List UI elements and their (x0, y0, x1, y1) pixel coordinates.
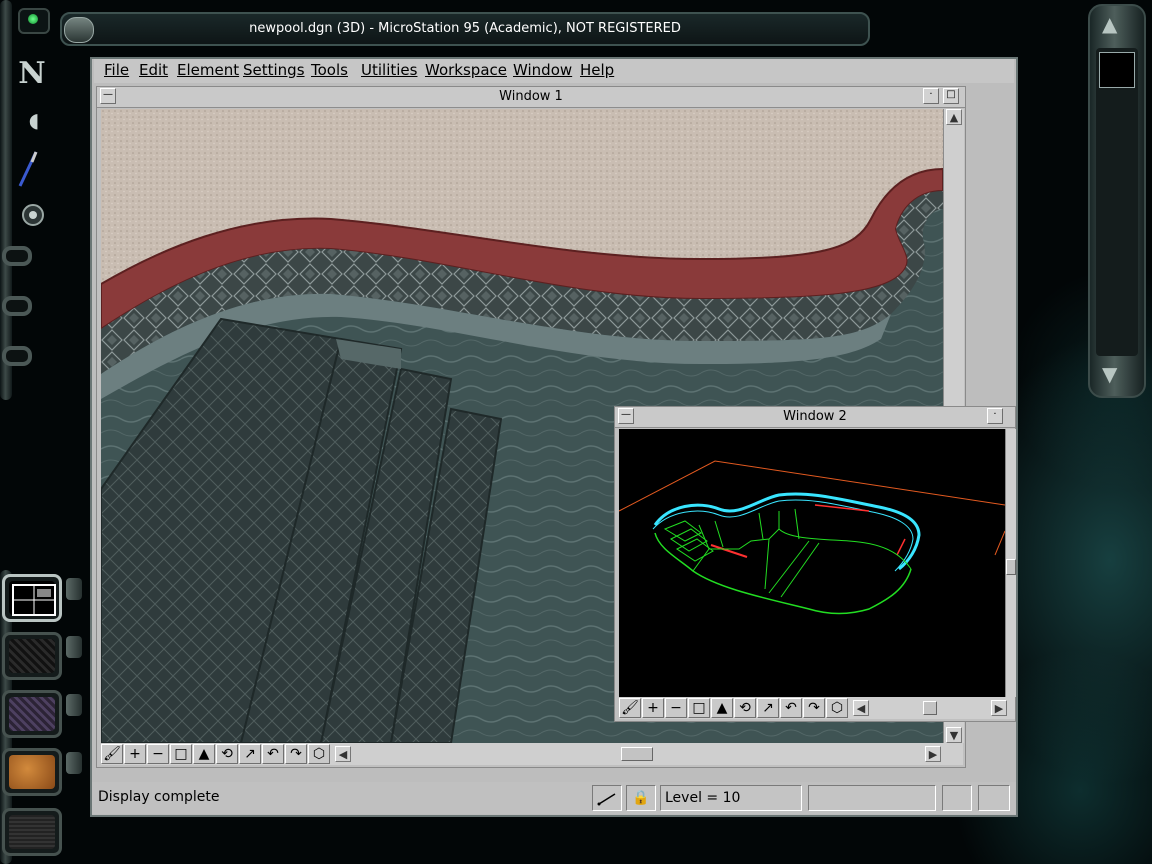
smart-lock-field[interactable] (592, 785, 622, 811)
window-2-title: Window 2 (783, 409, 847, 424)
view-3d-cube-icon[interactable]: ⬡ (826, 698, 848, 718)
menu-tools[interactable]: Tools (311, 61, 348, 79)
scroll-down-icon[interactable]: ▼ (946, 727, 962, 743)
horizontal-scroll-thumb[interactable] (621, 747, 653, 761)
scroll-up-arrow-icon[interactable]: ▲ (1102, 12, 1117, 36)
wireframe-pool-view[interactable] (619, 429, 1005, 697)
tile-knob (66, 636, 82, 658)
lock-icon[interactable]: 🔒 (626, 785, 656, 811)
material-dark-tile[interactable] (2, 808, 62, 856)
dock-slot-icon[interactable] (2, 346, 32, 366)
window-area-icon[interactable]: □ (688, 698, 710, 718)
dock-pipe (0, 0, 12, 400)
zoom-in-icon[interactable]: + (642, 698, 664, 718)
window-2-view-controls: 🖌 + − □ ▲ ⟲ ↗ ↶ ↷ ⬡ ◀ ▶ (619, 697, 1015, 719)
window-2-horizontal-scrollbar[interactable]: ◀ ▶ (853, 699, 1009, 717)
zoom-in-icon[interactable]: + (124, 744, 146, 764)
horizontal-scroll-thumb[interactable] (923, 701, 937, 715)
speaker-icon[interactable] (20, 202, 46, 228)
rotate-view-icon[interactable]: ⟲ (734, 698, 756, 718)
menu-utilities[interactable]: Utilities (361, 61, 417, 79)
pen-icon[interactable] (14, 148, 42, 190)
status-field-small (978, 785, 1010, 811)
menu-element[interactable]: Element (177, 61, 239, 79)
material-orange-tile[interactable] (2, 748, 62, 796)
window-1-maximize-icon[interactable]: □ (943, 88, 959, 104)
status-field-empty (808, 785, 936, 811)
window-1-title: Window 1 (499, 89, 563, 104)
status-field-small (942, 785, 972, 811)
mouse-icon[interactable]: ◖ (20, 108, 48, 132)
status-bar: Display complete 🔒 Level = 10 (92, 782, 1016, 814)
material-grid-tile[interactable] (2, 574, 62, 622)
view-previous-icon[interactable]: ↶ (780, 698, 802, 718)
menu-settings[interactable]: Settings (243, 61, 305, 79)
window-2-title-bar[interactable]: — Window 2 · (615, 407, 1015, 428)
scroll-left-icon[interactable]: ◀ (335, 746, 351, 762)
menu-workspace[interactable]: Workspace (425, 61, 507, 79)
scroll-up-icon[interactable]: ▲ (946, 109, 962, 125)
pan-view-icon[interactable]: ↗ (239, 744, 261, 764)
window-1-title-bar[interactable]: — Window 1 · □ (97, 87, 965, 108)
scroll-right-icon[interactable]: ▶ (925, 746, 941, 762)
view-previous-icon[interactable]: ↶ (262, 744, 284, 764)
zoom-out-icon[interactable]: − (665, 698, 687, 718)
window-2-vertical-scrollbar[interactable] (1005, 429, 1016, 697)
menu-file[interactable]: File (104, 61, 129, 79)
app-title-bar[interactable]: newpool.dgn (3D) - MicroStation 95 (Acad… (60, 12, 870, 46)
power-led-icon[interactable] (18, 8, 50, 34)
material-purple-tile[interactable] (2, 690, 62, 738)
menu-edit[interactable]: Edit (139, 61, 168, 79)
zoom-out-icon[interactable]: − (147, 744, 169, 764)
update-view-icon[interactable]: 🖌 (101, 744, 123, 764)
scroll-down-arrow-icon[interactable]: ▼ (1102, 362, 1117, 386)
view-3d-cube-icon[interactable]: ⬡ (308, 744, 330, 764)
fit-view-icon[interactable]: ▲ (193, 744, 215, 764)
dock-slot-icon[interactable] (2, 296, 32, 316)
menu-bar: File Edit Element Settings Tools Utiliti… (94, 59, 1014, 83)
menu-help[interactable]: Help (580, 61, 614, 79)
window-area-icon[interactable]: □ (170, 744, 192, 764)
dock-slot-icon[interactable] (2, 246, 32, 266)
scroll-right-icon[interactable]: ▶ (991, 700, 1007, 716)
pan-view-icon[interactable]: ↗ (757, 698, 779, 718)
window-1-minimize-icon[interactable]: · (923, 88, 939, 104)
view-window-2[interactable]: — Window 2 · 🖌 + − □ ▲ ⟲ ↗ ↶ ↷ ⬡ ◀ ▶ (614, 406, 1016, 722)
window-1-view-controls: 🖌 + − □ ▲ ⟲ ↗ ↶ ↷ ⬡ ◀ ▶ (101, 743, 963, 765)
rotate-view-icon[interactable]: ⟲ (216, 744, 238, 764)
view-next-icon[interactable]: ↷ (803, 698, 825, 718)
view-next-icon[interactable]: ↷ (285, 744, 307, 764)
menu-window[interactable]: Window (513, 61, 572, 79)
window-2-minimize-icon[interactable]: · (987, 408, 1003, 424)
tile-knob (66, 752, 82, 774)
fit-view-icon[interactable]: ▲ (711, 698, 733, 718)
tile-knob (66, 694, 82, 716)
slider-track[interactable] (1096, 48, 1138, 356)
n-logo-icon[interactable]: N (18, 56, 46, 91)
app-title: newpool.dgn (3D) - MicroStation 95 (Acad… (249, 21, 681, 36)
active-level-field[interactable]: Level = 10 (660, 785, 802, 811)
slider-thumb[interactable] (1099, 52, 1135, 88)
status-message: Display complete (94, 785, 582, 811)
window-1-horizontal-scrollbar[interactable]: ◀ ▶ (335, 745, 943, 763)
tile-knob (66, 578, 82, 600)
update-view-icon[interactable]: 🖌 (619, 698, 641, 718)
vertical-scroll-thumb[interactable] (1006, 559, 1016, 575)
material-black-tile[interactable] (2, 632, 62, 680)
right-slider-panel: ▲ ▼ (1088, 4, 1146, 398)
scroll-left-icon[interactable]: ◀ (853, 700, 869, 716)
